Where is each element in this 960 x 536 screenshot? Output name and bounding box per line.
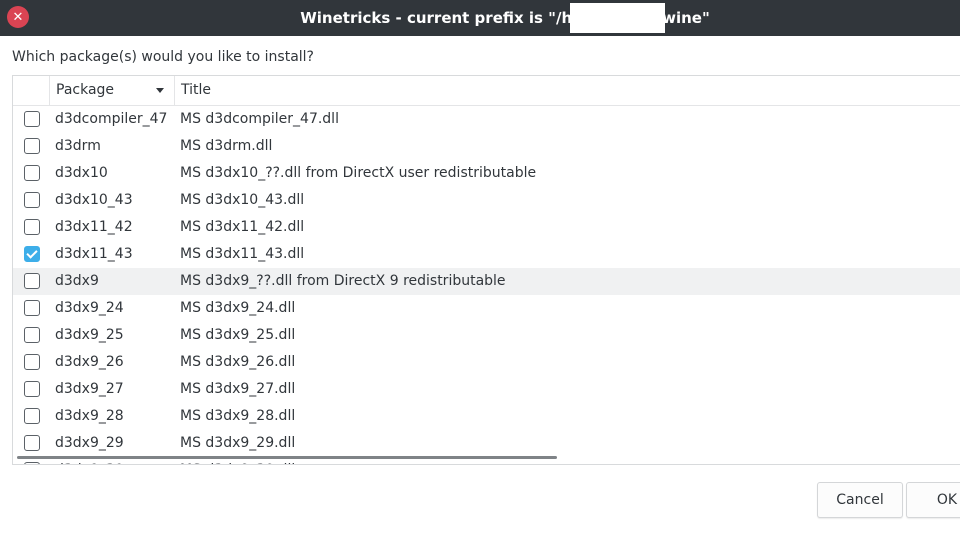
package-name: d3dx9_24 <box>55 300 124 316</box>
table-row[interactable]: d3dx9_28 MS d3dx9_28.dll <box>13 403 960 430</box>
package-checkbox[interactable] <box>24 327 40 343</box>
package-title: MS d3dx11_43.dll <box>180 246 305 262</box>
package-name: d3dx9_28 <box>55 408 124 424</box>
window-title: Winetricks - current prefix is "/home/us… <box>300 9 710 27</box>
package-title: MS d3dx9_24.dll <box>180 300 296 316</box>
package-name: d3dx11_42 <box>55 219 133 235</box>
package-name: d3dx9_27 <box>55 381 124 397</box>
horizontal-scrollbar[interactable] <box>17 456 557 459</box>
window-titlebar: ✕ Winetricks - current prefix is "/home/… <box>0 0 960 36</box>
cancel-button[interactable]: Cancel <box>817 482 903 518</box>
package-checkbox[interactable] <box>24 219 40 235</box>
package-title: MS d3dcompiler_47.dll <box>180 111 339 127</box>
package-title: MS d3dx9_27.dll <box>180 381 296 397</box>
table-row[interactable]: d3dx9_25 MS d3dx9_25.dll <box>13 322 960 349</box>
package-title: MS d3dx9_??.dll from DirectX 9 redistrib… <box>180 273 506 289</box>
table-row[interactable]: d3drm MS d3drm.dll <box>13 133 960 160</box>
package-checkbox[interactable] <box>24 165 40 181</box>
package-title: MS d3dx10_43.dll <box>180 192 305 208</box>
redacted-region <box>570 3 665 33</box>
package-title: MS d3dx9_26.dll <box>180 354 296 370</box>
package-checkbox[interactable] <box>24 300 40 316</box>
list-rows: d3dcompiler_47 MS d3dcompiler_47.dll d3drm… <box>13 106 960 464</box>
table-row[interactable]: d3dx9_29 MS d3dx9_29.dll <box>13 430 960 457</box>
package-title: MS d3dx10_??.dll from DirectX user redis… <box>180 165 537 181</box>
package-checkbox[interactable] <box>24 273 40 289</box>
table-row[interactable]: d3dcompiler_47 MS d3dcompiler_47.dll <box>13 106 960 133</box>
table-row[interactable]: d3dx9 MS d3dx9_??.dll from DirectX 9 redi… <box>13 268 960 295</box>
package-checkbox[interactable] <box>24 435 40 451</box>
package-name: d3dx10 <box>55 165 108 181</box>
package-name: d3dx9 <box>55 273 99 289</box>
package-name: d3dx11_43 <box>55 246 133 262</box>
sort-descending-icon[interactable] <box>156 88 164 93</box>
package-name: d3dx9_25 <box>55 327 124 343</box>
ok-button[interactable]: OK <box>906 482 960 518</box>
package-name: d3drm <box>55 138 101 154</box>
package-title: MS d3dx9_29.dll <box>180 435 296 451</box>
package-title: MS d3drm.dll <box>180 138 273 154</box>
package-name: d3dcompiler_47 <box>55 111 168 127</box>
install-prompt: Which package(s) would you like to insta… <box>12 49 314 65</box>
package-checkbox[interactable] <box>24 381 40 397</box>
column-separator[interactable] <box>174 76 175 105</box>
table-row[interactable]: d3dx10 MS d3dx10_??.dll from DirectX user… <box>13 160 960 187</box>
package-checkbox[interactable] <box>24 246 40 262</box>
package-name: d3dx9_29 <box>55 435 124 451</box>
column-header-package-label: Package <box>56 82 115 98</box>
column-header-title[interactable]: Title <box>181 76 211 105</box>
package-checkbox[interactable] <box>24 408 40 424</box>
package-title: MS d3dx9_28.dll <box>180 408 296 424</box>
package-name: d3dx9_26 <box>55 354 124 370</box>
package-checkbox[interactable] <box>24 138 40 154</box>
table-row[interactable]: d3dx11_43 MS d3dx11_43.dll <box>13 241 960 268</box>
table-row[interactable]: d3dx9_24 MS d3dx9_24.dll <box>13 295 960 322</box>
table-row[interactable]: d3dx9_26 MS d3dx9_26.dll <box>13 349 960 376</box>
table-row[interactable]: d3dx9_27 MS d3dx9_27.dll <box>13 376 960 403</box>
package-name: d3dx10_43 <box>55 192 133 208</box>
package-title: MS d3dx11_42.dll <box>180 219 305 235</box>
list-header: Package Title <box>13 76 960 106</box>
package-list[interactable]: Package Title d3dcompiler_47 MS d3dcompil… <box>12 75 960 465</box>
package-checkbox[interactable] <box>24 111 40 127</box>
table-row[interactable]: d3dx10_43 MS d3dx10_43.dll <box>13 187 960 214</box>
table-row[interactable]: d3dx11_42 MS d3dx11_42.dll <box>13 214 960 241</box>
package-title: MS d3dx9_25.dll <box>180 327 296 343</box>
package-checkbox[interactable] <box>24 192 40 208</box>
package-checkbox[interactable] <box>24 354 40 370</box>
column-separator[interactable] <box>49 76 50 105</box>
package-checkbox[interactable] <box>24 462 40 464</box>
column-header-title-label: Title <box>181 82 212 98</box>
